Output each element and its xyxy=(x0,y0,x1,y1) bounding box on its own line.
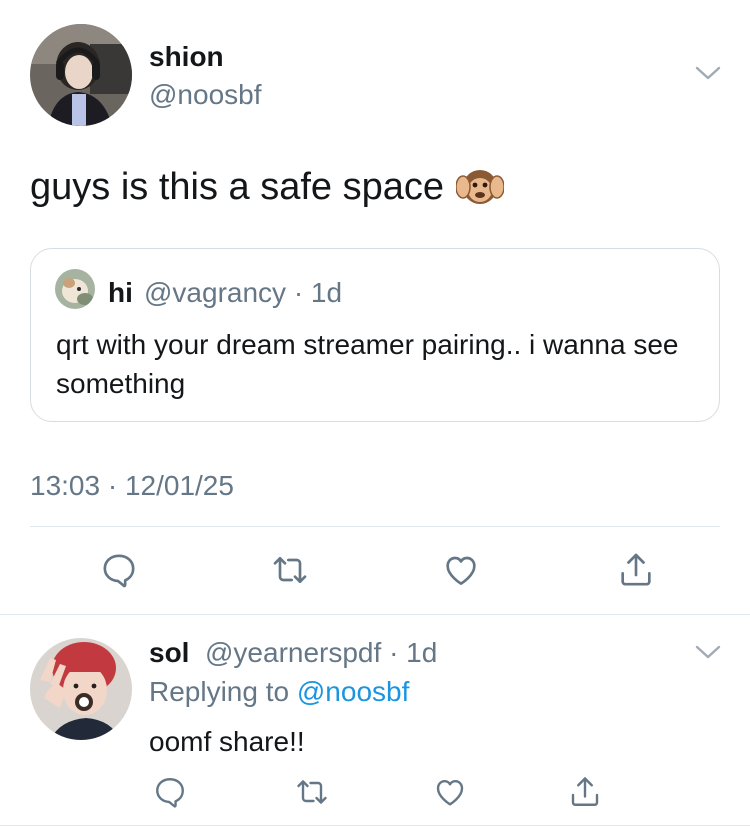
quoted-tweet-text: qrt with your dream streamer pairing.. i… xyxy=(56,329,679,399)
retweet-icon[interactable] xyxy=(290,770,334,814)
monkey-emoji-icon xyxy=(455,163,505,211)
main-display-name[interactable]: shion xyxy=(149,41,224,73)
tweet-text-content: guys is this a safe space xyxy=(30,165,444,208)
share-icon[interactable] xyxy=(614,548,658,592)
tweet-timestamp: 13:03 · 12/01/25 xyxy=(30,470,234,501)
retweet-icon[interactable] xyxy=(268,548,312,592)
divider xyxy=(0,825,750,826)
replying-to-handle-link[interactable]: @noosbf xyxy=(297,676,410,707)
quoted-display-name[interactable]: hi xyxy=(108,277,133,309)
replying-to-label: Replying to xyxy=(149,676,290,707)
divider xyxy=(30,526,720,527)
share-icon[interactable] xyxy=(563,770,607,814)
like-icon[interactable] xyxy=(428,770,472,814)
reply-icon[interactable] xyxy=(148,770,192,814)
quoted-handle-time[interactable]: @vagrancy · 1d xyxy=(144,277,342,309)
reply-icon[interactable] xyxy=(97,548,141,592)
quoted-avatar[interactable] xyxy=(55,269,95,309)
reply-display-name[interactable]: sol xyxy=(149,637,189,669)
main-avatar[interactable] xyxy=(30,24,132,126)
main-handle[interactable]: @noosbf xyxy=(149,79,262,111)
replying-to-line: Replying to @noosbf xyxy=(149,676,409,708)
divider xyxy=(0,614,750,615)
chevron-down-icon[interactable] xyxy=(694,62,722,84)
quoted-tweet-card[interactable]: hi @vagrancy · 1d qrt with your dream st… xyxy=(30,248,720,422)
like-icon[interactable] xyxy=(439,548,483,592)
reply-avatar[interactable] xyxy=(30,638,132,740)
reply-handle-time[interactable]: @yearnerspdf · 1d xyxy=(205,637,437,669)
chevron-down-icon[interactable] xyxy=(694,641,722,663)
tweet-text: guys is this a safe space xyxy=(30,163,505,211)
reply-tweet-text: oomf share!! xyxy=(149,726,305,757)
